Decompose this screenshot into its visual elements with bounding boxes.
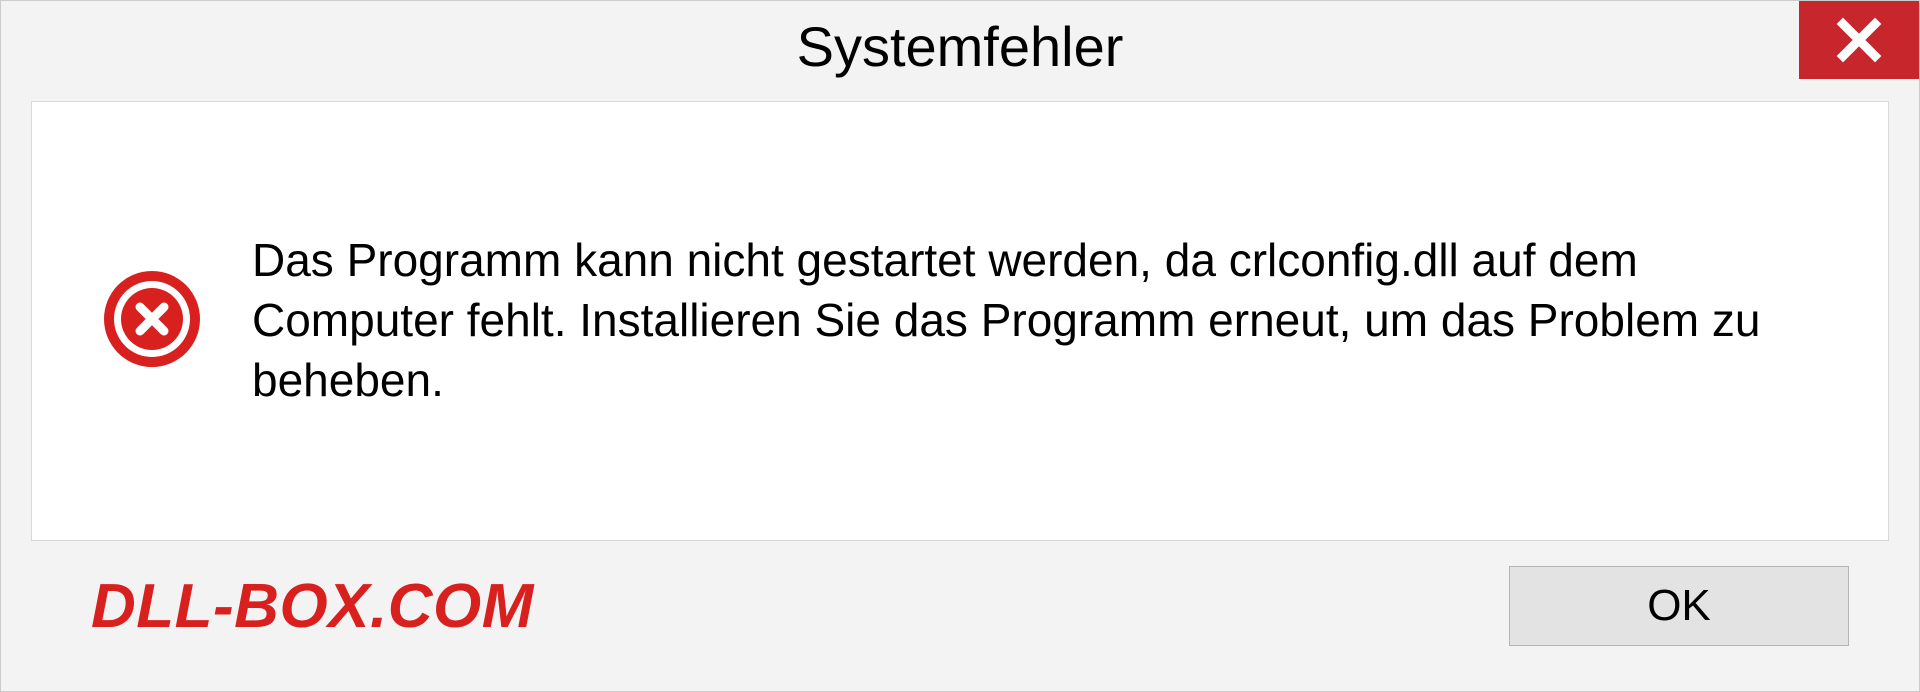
watermark-text: DLL-BOX.COM <box>91 571 534 642</box>
content-area: Das Programm kann nicht gestartet werden… <box>1 91 1919 691</box>
close-icon <box>1835 16 1883 64</box>
close-button[interactable] <box>1799 1 1919 79</box>
error-message: Das Programm kann nicht gestartet werden… <box>252 231 1818 410</box>
ok-button[interactable]: OK <box>1509 566 1849 646</box>
error-icon <box>102 269 202 374</box>
dialog-title: Systemfehler <box>797 14 1124 79</box>
dialog-footer: DLL-BOX.COM OK <box>31 541 1889 671</box>
titlebar: Systemfehler <box>1 1 1919 91</box>
error-dialog: Systemfehler Das Programm kann nicht ges… <box>0 0 1920 692</box>
message-panel: Das Programm kann nicht gestartet werden… <box>31 101 1889 541</box>
